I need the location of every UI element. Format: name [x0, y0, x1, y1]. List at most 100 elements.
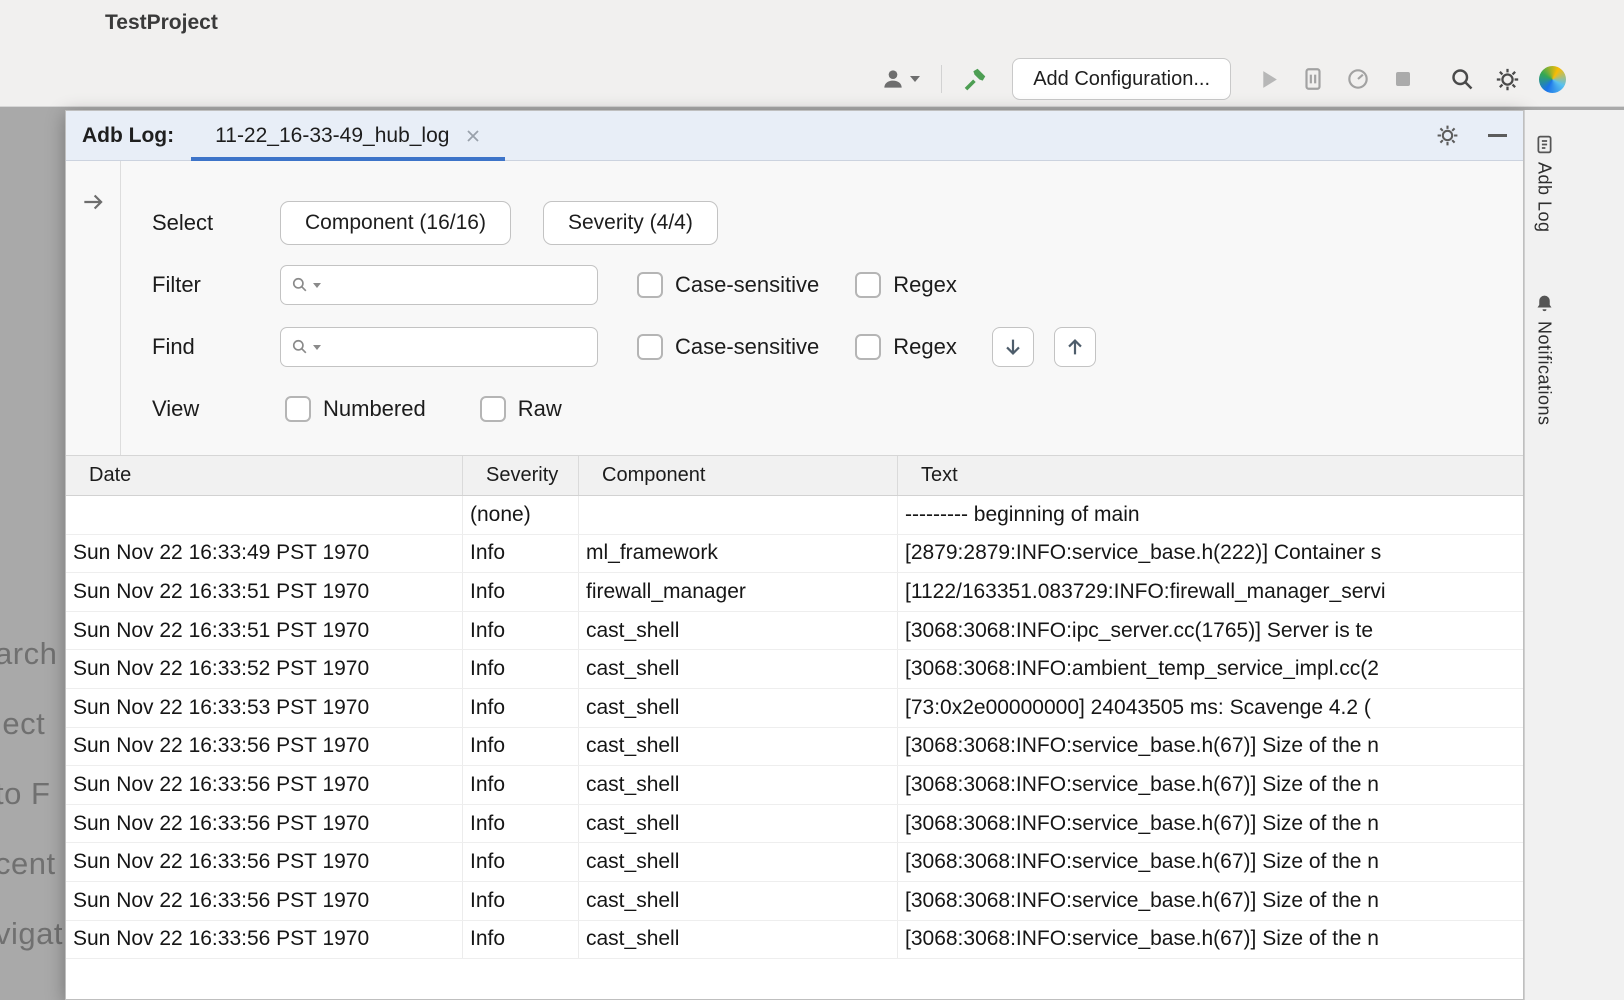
view-row: View Numbered Raw — [152, 387, 1523, 431]
device-manager-icon — [1539, 66, 1566, 93]
log-component-cell: cast_shell — [579, 805, 898, 843]
table-row[interactable]: Sun Nov 22 16:33:56 PST 1970 Info cast_s… — [66, 766, 1523, 805]
user-profile-button[interactable] — [878, 65, 922, 93]
case-sensitive-checkbox[interactable] — [637, 272, 663, 298]
log-date-cell: Sun Nov 22 16:33:56 PST 1970 — [66, 805, 463, 843]
right-tool-stripe: Adb Log Notifications — [1524, 110, 1624, 1000]
log-component-cell: cast_shell — [579, 689, 898, 727]
filter-controls: Select Component (16/16) Severity (4/4) … — [121, 161, 1523, 455]
log-file-tab-label: 11-22_16-33-49_hub_log — [215, 124, 449, 148]
table-row[interactable]: Sun Nov 22 16:33:52 PST 1970 Info cast_s… — [66, 650, 1523, 689]
background-text-fragment: ject — [0, 706, 45, 742]
arrow-down-icon — [1002, 336, 1024, 358]
log-date-cell: Sun Nov 22 16:33:56 PST 1970 — [66, 882, 463, 920]
device-manager-button[interactable] — [1538, 65, 1566, 93]
stripe-item-adb-log[interactable]: Adb Log — [1525, 134, 1563, 233]
log-component-cell: ml_framework — [579, 535, 898, 573]
table-row[interactable]: (none) --------- beginning of main — [66, 496, 1523, 535]
find-case-sensitive-option[interactable]: Case-sensitive — [637, 334, 819, 360]
severity-filter-button[interactable]: Severity (4/4) — [543, 201, 718, 245]
log-severity-cell: Info — [463, 612, 579, 650]
table-row[interactable]: Sun Nov 22 16:33:49 PST 1970 Info ml_fra… — [66, 535, 1523, 574]
log-severity-cell: (none) — [463, 496, 579, 534]
column-header-component[interactable]: Component — [579, 456, 898, 495]
arrow-right-icon[interactable] — [80, 189, 106, 215]
log-date-cell: Sun Nov 22 16:33:53 PST 1970 — [66, 689, 463, 727]
log-severity-cell: Info — [463, 882, 579, 920]
find-regex-option[interactable]: Regex — [855, 334, 957, 360]
add-configuration-button[interactable]: Add Configuration... — [1012, 58, 1231, 100]
log-text-cell: [3068:3068:INFO:service_base.h(67)] Size… — [898, 728, 1523, 766]
panel-gutter — [66, 161, 121, 455]
log-text-cell: [3068:3068:INFO:service_base.h(67)] Size… — [898, 766, 1523, 804]
numbered-checkbox[interactable] — [285, 396, 311, 422]
case-sensitive-checkbox[interactable] — [637, 334, 663, 360]
log-severity-cell: Info — [463, 728, 579, 766]
debug-device-icon — [1300, 66, 1326, 92]
log-date-cell: Sun Nov 22 16:33:49 PST 1970 — [66, 535, 463, 573]
stripe-item-notifications[interactable]: Notifications — [1525, 293, 1563, 426]
log-date-cell: Sun Nov 22 16:33:56 PST 1970 — [66, 728, 463, 766]
table-row[interactable]: Sun Nov 22 16:33:56 PST 1970 Info cast_s… — [66, 728, 1523, 767]
close-icon[interactable] — [465, 128, 481, 144]
filter-case-sensitive-option[interactable]: Case-sensitive — [637, 272, 819, 298]
hammer-icon — [961, 65, 989, 93]
table-row[interactable]: Sun Nov 22 16:33:56 PST 1970 Info cast_s… — [66, 921, 1523, 960]
log-date-cell: Sun Nov 22 16:33:51 PST 1970 — [66, 573, 463, 611]
select-row: Select Component (16/16) Severity (4/4) — [152, 201, 1523, 245]
table-row[interactable]: Sun Nov 22 16:33:56 PST 1970 Info cast_s… — [66, 843, 1523, 882]
find-previous-button[interactable] — [1054, 327, 1096, 367]
raw-checkbox[interactable] — [480, 396, 506, 422]
filter-input[interactable] — [324, 274, 588, 297]
log-date-cell: Sun Nov 22 16:33:56 PST 1970 — [66, 843, 463, 881]
log-component-cell: cast_shell — [579, 728, 898, 766]
table-row[interactable]: Sun Nov 22 16:33:53 PST 1970 Info cast_s… — [66, 689, 1523, 728]
search-history-chevron-icon[interactable] — [313, 345, 321, 350]
settings-button[interactable] — [1493, 65, 1521, 93]
build-hammer-button[interactable] — [961, 65, 989, 93]
column-header-severity[interactable]: Severity — [463, 456, 579, 495]
tabbar-actions — [1435, 123, 1507, 148]
find-input[interactable] — [324, 336, 588, 359]
case-sensitive-label: Case-sensitive — [675, 272, 819, 298]
background-text-fragment: vigat — [0, 916, 63, 952]
project-title: TestProject — [105, 11, 218, 35]
panel-settings-gear-icon[interactable] — [1435, 123, 1460, 148]
table-row[interactable]: Sun Nov 22 16:33:56 PST 1970 Info cast_s… — [66, 882, 1523, 921]
regex-checkbox[interactable] — [855, 334, 881, 360]
log-component-cell: cast_shell — [579, 843, 898, 881]
numbered-option[interactable]: Numbered — [285, 396, 426, 422]
stripe-adb-log-label: Adb Log — [1534, 162, 1555, 233]
attach-debugger-button[interactable] — [1299, 65, 1327, 93]
bell-icon — [1534, 293, 1555, 314]
profiler-button[interactable] — [1344, 65, 1372, 93]
search-icon — [1449, 66, 1476, 93]
find-label: Find — [152, 334, 280, 360]
table-row[interactable]: Sun Nov 22 16:33:51 PST 1970 Info cast_s… — [66, 612, 1523, 651]
titlebar: TestProject Add Configuration... — [0, 0, 1624, 107]
search-history-chevron-icon[interactable] — [313, 283, 321, 288]
numbered-label: Numbered — [323, 396, 426, 422]
log-severity-cell: Info — [463, 921, 579, 959]
raw-option[interactable]: Raw — [480, 396, 562, 422]
column-header-date[interactable]: Date — [66, 456, 463, 495]
log-text-cell: [3068:3068:INFO:service_base.h(67)] Size… — [898, 882, 1523, 920]
adb-log-panel: Adb Log: 11-22_16-33-49_hub_log Select — [65, 110, 1524, 1000]
log-file-tab[interactable]: 11-22_16-33-49_hub_log — [191, 111, 505, 160]
find-next-button[interactable] — [992, 327, 1034, 367]
regex-checkbox[interactable] — [855, 272, 881, 298]
log-date-cell: Sun Nov 22 16:33:56 PST 1970 — [66, 766, 463, 804]
filter-regex-option[interactable]: Regex — [855, 272, 957, 298]
log-component-cell: cast_shell — [579, 766, 898, 804]
table-row[interactable]: Sun Nov 22 16:33:56 PST 1970 Info cast_s… — [66, 805, 1523, 844]
component-filter-button[interactable]: Component (16/16) — [280, 201, 511, 245]
minimize-icon[interactable] — [1488, 134, 1507, 137]
view-label: View — [152, 396, 280, 422]
column-header-text[interactable]: Text — [898, 456, 1523, 495]
log-component-cell: cast_shell — [579, 650, 898, 688]
log-component-cell: cast_shell — [579, 612, 898, 650]
run-button[interactable] — [1254, 65, 1282, 93]
stop-button[interactable] — [1389, 65, 1417, 93]
search-everywhere-button[interactable] — [1448, 65, 1476, 93]
table-row[interactable]: Sun Nov 22 16:33:51 PST 1970 Info firewa… — [66, 573, 1523, 612]
